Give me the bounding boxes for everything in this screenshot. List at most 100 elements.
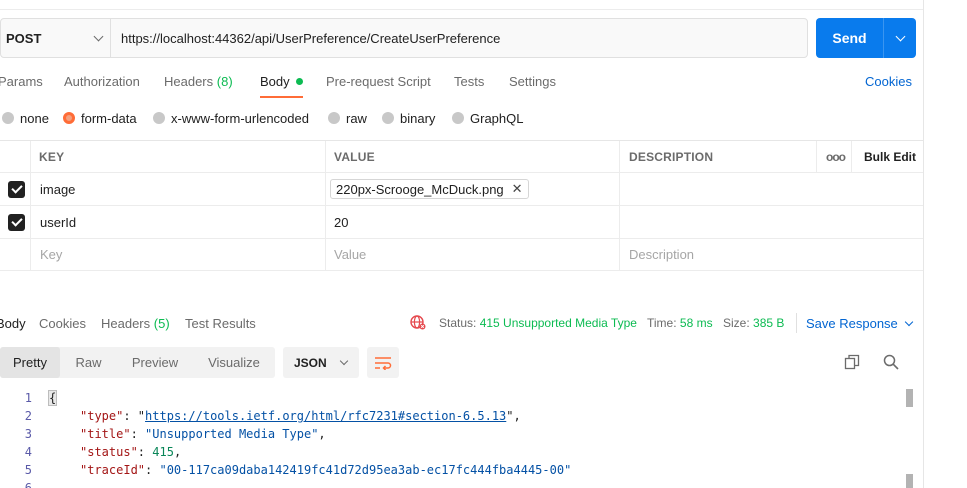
view-mode-group: Pretty Raw Preview Visualize (0, 347, 275, 378)
tab-headers[interactable]: Headers (8) (164, 74, 233, 98)
tab-authorization[interactable]: Authorization (64, 74, 140, 98)
request-url-bar: POST https://localhost:44362/api/UserPre… (0, 18, 808, 58)
json-link[interactable]: https://tools.ietf.org/html/rfc7231#sect… (145, 409, 506, 423)
table-row: userId 20 (0, 206, 923, 239)
column-divider (325, 141, 326, 271)
response-status[interactable]: Status: 415 Unsupported Media Type (439, 316, 637, 330)
column-divider (816, 141, 817, 173)
radio-dot (382, 112, 394, 124)
wrap-lines-icon (375, 356, 392, 370)
radio-form-data[interactable]: form-data (63, 110, 137, 126)
editor-scrollbar-thumb[interactable] (906, 389, 913, 407)
file-chip: 220px-Scrooge_McDuck.png ✕ (330, 179, 529, 199)
view-raw-button[interactable]: Raw (60, 347, 117, 378)
radio-label: binary (400, 110, 436, 126)
tab-prerequest-script[interactable]: Pre-request Script (326, 74, 431, 98)
file-name: 220px-Scrooge_McDuck.png (336, 181, 504, 197)
radio-urlencoded[interactable]: x-www-form-urlencoded (153, 110, 309, 126)
radio-raw[interactable]: raw (328, 110, 367, 126)
copy-icon[interactable] (844, 354, 860, 370)
tab-body[interactable]: Body (260, 74, 303, 98)
response-time[interactable]: Time: 58 ms (647, 316, 713, 330)
row-checkbox[interactable] (8, 173, 25, 205)
view-pretty-button[interactable]: Pretty (0, 347, 60, 378)
row-key[interactable]: image (40, 173, 75, 205)
row-value[interactable]: 20 (334, 206, 348, 238)
view-visualize-button[interactable]: Visualize (193, 347, 275, 378)
row-checkbox[interactable] (8, 206, 25, 238)
divider (796, 313, 797, 333)
radio-dot (328, 112, 340, 124)
json-string: "00-117ca09daba142419fc41d72d95ea3ab-ec1… (159, 463, 572, 477)
response-tab-headers[interactable]: Headers (5) (101, 316, 170, 331)
radio-binary[interactable]: binary (382, 110, 435, 126)
body-active-dot (295, 78, 303, 86)
save-response-button[interactable]: Save Response (806, 316, 914, 331)
row-key[interactable]: userId (40, 206, 76, 238)
method-label: POST (6, 30, 42, 46)
globe-error-icon[interactable] (410, 314, 426, 330)
headers-count: (8) (216, 74, 233, 89)
status-label: Status: (439, 316, 477, 330)
radio-label: none (20, 110, 49, 126)
table-row: image 220px-Scrooge_McDuck.png ✕ (0, 173, 923, 206)
json-key: "status" (80, 445, 138, 459)
size-label: Size: (723, 316, 750, 330)
tab-headers-label: Headers (164, 74, 214, 89)
tab-tests[interactable]: Tests (454, 74, 484, 98)
json-open-brace: { (47, 390, 58, 406)
response-tab-cookies[interactable]: Cookies (39, 316, 86, 331)
save-response-label: Save Response (806, 316, 898, 331)
line-number: 4 (24, 445, 32, 459)
value-placeholder[interactable]: Value (334, 239, 366, 270)
radio-dot (153, 112, 165, 124)
cookies-link[interactable]: Cookies (865, 74, 912, 89)
wrap-lines-button[interactable] (367, 347, 399, 378)
line-number: 1 (24, 391, 32, 405)
send-button[interactable]: Send (816, 18, 884, 58)
json-line-traceid: "traceId": "00-117ca09daba142419fc41d72d… (80, 463, 572, 477)
view-preview-button[interactable]: Preview (117, 347, 193, 378)
tab-settings[interactable]: Settings (509, 74, 556, 98)
line-number: 5 (24, 463, 32, 477)
bulk-edit-button[interactable]: Bulk Edit (864, 141, 916, 172)
json-line-type: "type": "https://tools.ietf.org/html/rfc… (80, 409, 521, 423)
format-select[interactable]: JSON (283, 347, 359, 378)
json-key: "title" (80, 427, 131, 441)
send-options-dropdown[interactable] (884, 18, 916, 58)
column-divider (30, 141, 31, 271)
more-options-icon[interactable]: ooo (826, 141, 846, 172)
chevron-down-icon (93, 31, 104, 41)
chevron-down-icon (904, 317, 914, 326)
line-number: 2 (24, 409, 32, 423)
response-headers-count: (5) (153, 316, 170, 331)
response-tab-headers-label: Headers (101, 316, 151, 331)
table-header-row: KEY VALUE DESCRIPTION ooo Bulk Edit (0, 141, 923, 173)
tab-params[interactable]: Params (0, 74, 43, 98)
url-input[interactable]: https://localhost:44362/api/UserPreferen… (111, 31, 500, 46)
remove-file-icon[interactable]: ✕ (512, 181, 523, 197)
file-value[interactable]: 220px-Scrooge_McDuck.png ✕ (330, 173, 529, 205)
response-size[interactable]: Size: 385 B (723, 316, 784, 330)
response-tab-body[interactable]: Body (0, 316, 26, 331)
json-string: "Unsupported Media Type" (145, 427, 319, 441)
form-data-table: KEY VALUE DESCRIPTION ooo Bulk Edit imag… (0, 140, 923, 271)
radio-label: raw (346, 110, 367, 126)
key-placeholder[interactable]: Key (40, 239, 62, 270)
size-value: 385 B (753, 316, 785, 330)
search-icon[interactable] (883, 354, 899, 370)
radio-label: x-www-form-urlencoded (171, 110, 309, 126)
response-tab-test-results[interactable]: Test Results (185, 316, 256, 331)
description-placeholder[interactable]: Description (629, 239, 694, 270)
send-button-group: Send (816, 18, 916, 58)
column-divider (619, 141, 620, 271)
format-label: JSON (294, 355, 327, 370)
method-select[interactable]: POST (1, 19, 111, 57)
status-value: 415 Unsupported Media Type (479, 316, 637, 330)
top-strip (0, 0, 923, 10)
json-key: "traceId" (80, 463, 146, 477)
response-body-editor[interactable]: 1 2 3 4 5 6 { "type": "https://tools.iet… (0, 388, 923, 488)
editor-scrollbar-thumb[interactable] (906, 474, 913, 488)
radio-none[interactable]: none (2, 110, 49, 126)
radio-graphql[interactable]: GraphQL (452, 110, 523, 126)
